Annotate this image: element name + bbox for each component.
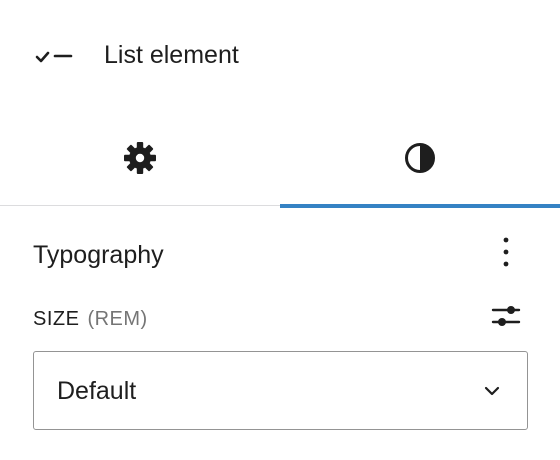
size-label: SIZE <box>33 308 80 330</box>
block-inspector-panel: List element Typography SIZE (REM) Defau… <box>0 0 560 460</box>
chevron-down-icon <box>483 382 501 400</box>
typography-title: Typography <box>33 241 164 269</box>
vertical-ellipsis-icon <box>502 236 510 273</box>
block-card: List element <box>0 0 560 108</box>
list-check-icon <box>34 44 74 68</box>
font-size-label: SIZE (REM) <box>33 307 148 331</box>
font-size-select-value: Default <box>57 377 137 405</box>
font-size-select[interactable]: Default <box>33 351 528 430</box>
inspector-tabs <box>0 110 560 208</box>
size-unit-label: (REM) <box>87 308 148 330</box>
tab-settings[interactable] <box>0 110 280 206</box>
custom-size-toggle-button[interactable] <box>486 298 526 338</box>
block-title: List element <box>104 41 239 69</box>
sliders-icon <box>491 302 521 335</box>
tab-styles[interactable] <box>280 110 560 208</box>
gear-icon <box>123 141 157 175</box>
half-circle-contrast-icon <box>403 141 437 175</box>
typography-options-button[interactable] <box>486 234 526 274</box>
